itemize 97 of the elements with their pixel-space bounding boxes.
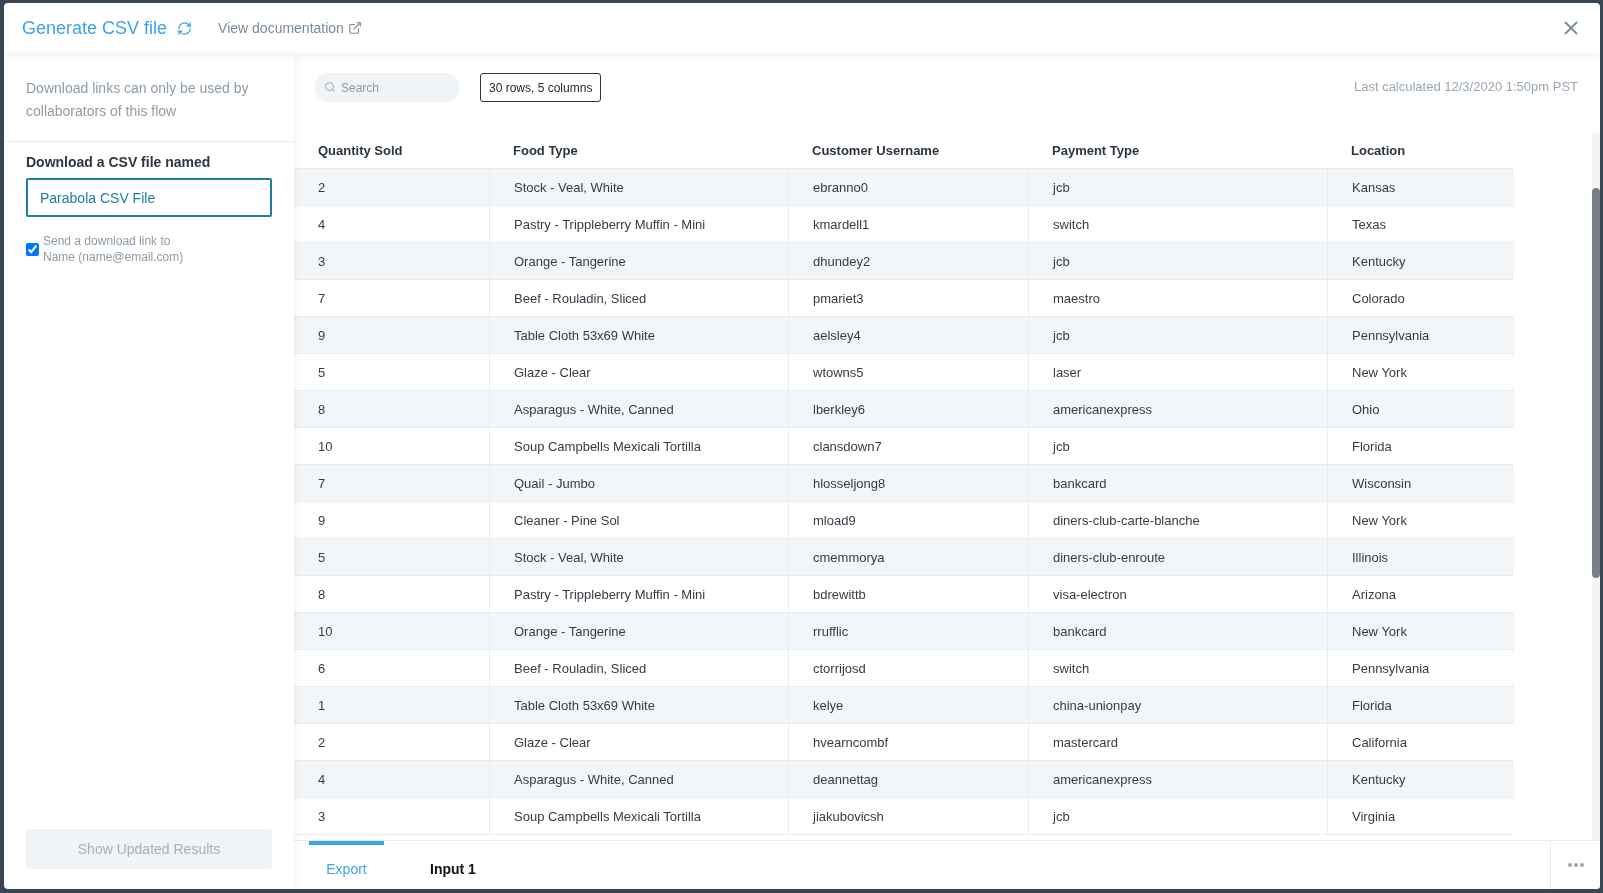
table-cell: dhundey2 (788, 243, 1028, 280)
table-cell: Stock - Veal, White (489, 539, 788, 576)
table-cell: 7 (294, 465, 489, 502)
table-cell: Orange - Tangerine (489, 243, 788, 280)
table-cell: hlosseljong8 (788, 465, 1028, 502)
documentation-link[interactable]: View documentation (218, 20, 362, 36)
table-cell: bdrewittb (788, 576, 1028, 613)
table-cell: maestro (1028, 280, 1327, 317)
search-icon (324, 81, 336, 93)
table-cell: New York (1327, 354, 1514, 391)
table-cell: Beef - Rouladin, Sliced (489, 280, 788, 317)
table-cell: 5 (294, 539, 489, 576)
table-cell: diners-club-carte-blanche (1028, 502, 1327, 539)
table-cell: Table Cloth 53x69 White (489, 687, 788, 724)
table-cell: kmardell1 (788, 206, 1028, 243)
table-cell: 3 (294, 243, 489, 280)
table-cell: Colorado (1327, 280, 1514, 317)
table-summary: 30 rows, 5 columns (480, 73, 602, 102)
bottom-tab[interactable]: Input 1 (414, 841, 492, 889)
table-cell: Pastry - Trippleberry Muffin - Mini (489, 576, 788, 613)
table-cell: Quail - Jumbo (489, 465, 788, 502)
table-cell: Soup Campbells Mexicali Tortilla (489, 798, 788, 835)
table-cell: wtowns5 (788, 354, 1028, 391)
table-cell: bankcard (1028, 465, 1327, 502)
table-cell: pmariet3 (788, 280, 1028, 317)
file-name-label: Download a CSV file named (26, 154, 212, 170)
table-cell: Florida (1327, 687, 1514, 724)
table-cell: Soup Campbells Mexicali Tortilla (489, 428, 788, 465)
table-cell: Beef - Rouladin, Sliced (489, 650, 788, 687)
table-cell: china-unionpay (1028, 687, 1327, 724)
table-cell: cmemmorya (788, 539, 1028, 576)
table-cell: Pennsylvania (1327, 317, 1514, 354)
table-cell: kelye (788, 687, 1028, 724)
table-cell: visa-electron (1028, 576, 1327, 613)
table-cell: Illinois (1327, 539, 1514, 576)
table-cell: Orange - Tangerine (489, 613, 788, 650)
more-icon (1567, 863, 1584, 867)
table-cell: jiakubovicsh (788, 798, 1028, 835)
scrollbar-thumb[interactable] (1592, 188, 1600, 578)
table-cell: ctorrijosd (788, 650, 1028, 687)
table-cell: 4 (294, 761, 489, 798)
table-cell: Pastry - Trippleberry Muffin - Mini (489, 206, 788, 243)
table-cell: rrufflic (788, 613, 1028, 650)
table-cell: Stock - Veal, White (489, 169, 788, 206)
table-cell: jcb (1028, 317, 1327, 354)
table-cell: Kentucky (1327, 761, 1514, 798)
table-cell: Table Cloth 53x69 White (489, 317, 788, 354)
table-cell: 9 (294, 317, 489, 354)
file-name-field[interactable]: Parabola CSV File (26, 178, 272, 217)
table-cell: Virginia (1327, 798, 1514, 835)
table-cell: 1 (294, 687, 489, 724)
table-cell: 10 (294, 613, 489, 650)
table-cell: Glaze - Clear (489, 724, 788, 761)
search-field[interactable]: Search (314, 73, 460, 102)
table-cell: Asparagus - White, Canned (489, 761, 788, 798)
table-cell: California (1327, 724, 1514, 761)
table-cell: laser (1028, 354, 1327, 391)
table-cell: lberkley6 (788, 391, 1028, 428)
table-cell: jcb (1028, 428, 1327, 465)
table-cell: ebranno0 (788, 169, 1028, 206)
table-cell: hvearncombf (788, 724, 1028, 761)
table-cell: switch (1028, 206, 1327, 243)
table-cell: Pennsylvania (1327, 650, 1514, 687)
table-cell: Kentucky (1327, 243, 1514, 280)
table-cell: 2 (294, 169, 489, 206)
table-cell: New York (1327, 502, 1514, 539)
table-cell: Glaze - Clear (489, 354, 788, 391)
table-cell: diners-club-enroute (1028, 539, 1327, 576)
table-cell: Texas (1327, 206, 1514, 243)
refresh-icon[interactable] (177, 20, 193, 36)
table-cell: Florida (1327, 428, 1514, 465)
send-link-label: Send a download link to Name (name@email.com) (43, 233, 184, 265)
table-cell: Asparagus - White, Canned (489, 391, 788, 428)
table-cell: switch (1028, 650, 1327, 687)
table-cell: Kansas (1327, 169, 1514, 206)
table-cell: clansdown7 (788, 428, 1028, 465)
last-calculated: Last calculated 12/3/2020 1:50pm PST (1353, 79, 1578, 94)
send-link-checkbox[interactable] (26, 242, 39, 256)
table-cell: mastercard (1028, 724, 1327, 761)
table-cell: jcb (1028, 169, 1327, 206)
bottom-tab[interactable]: Export (309, 841, 384, 889)
table-cell: Ohio (1327, 391, 1514, 428)
table-cell: aelsley4 (788, 317, 1028, 354)
table-cell: mload9 (788, 502, 1028, 539)
table-cell: 8 (294, 391, 489, 428)
table-cell: jcb (1028, 798, 1327, 835)
table-cell: New York (1327, 613, 1514, 650)
table-cell: americanexpress (1028, 391, 1327, 428)
dialog-title: Generate CSV file (22, 17, 168, 39)
table-cell: jcb (1028, 243, 1327, 280)
table-cell: bankcard (1028, 613, 1327, 650)
table-cell: Cleaner - Pine Sol (489, 502, 788, 539)
table-cell: Arizona (1327, 576, 1514, 613)
external-link-icon (347, 21, 362, 35)
table-cell: americanexpress (1028, 761, 1327, 798)
table-cell: deannettag (788, 761, 1028, 798)
table-cell: Wisconsin (1327, 465, 1514, 502)
